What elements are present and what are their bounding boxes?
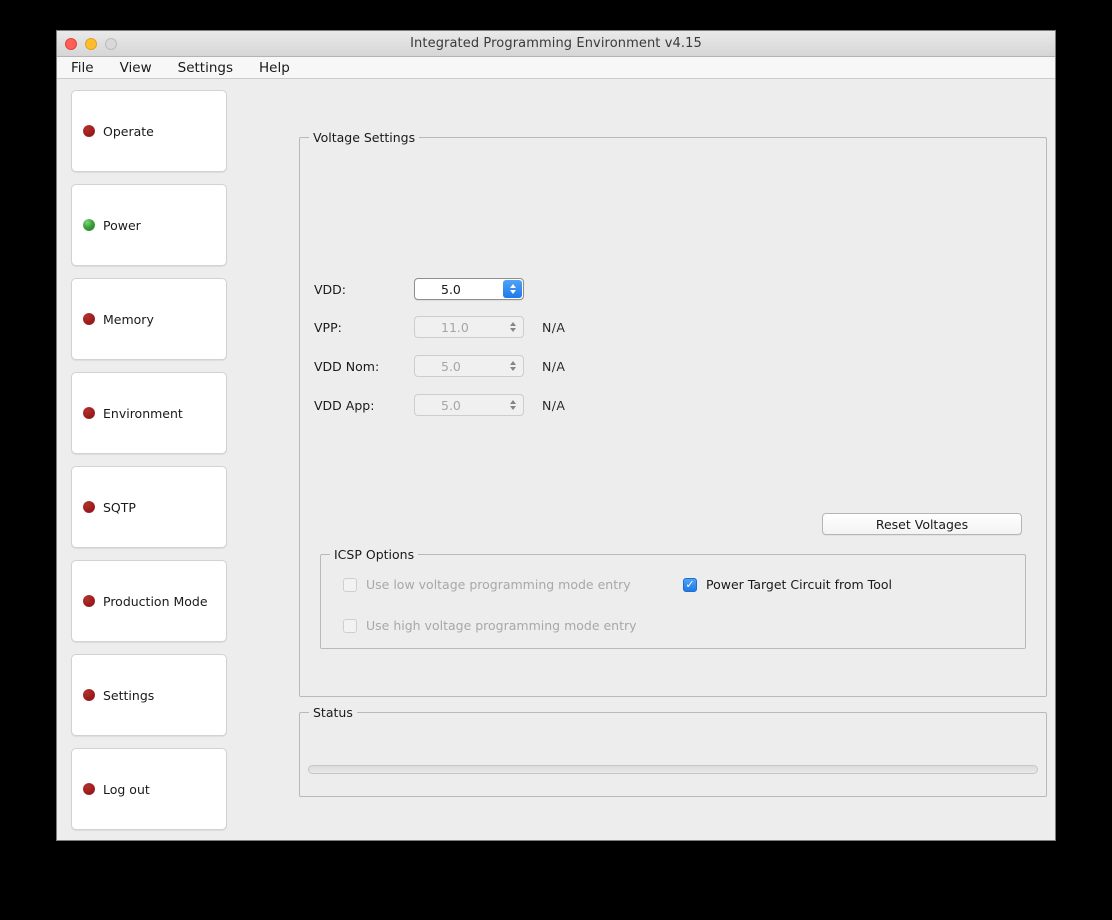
vdd-stepper-buttons[interactable] bbox=[503, 280, 522, 298]
status-dot-icon bbox=[83, 219, 95, 231]
icsp-options-panel: ICSP Options Use low voltage programming… bbox=[320, 547, 1026, 649]
vpp-spinner: 11.0 bbox=[414, 316, 524, 338]
checkbox-low-voltage-mode bbox=[343, 577, 357, 592]
title-bar: Integrated Programming Environment v4.15 bbox=[57, 31, 1055, 57]
window-title: Integrated Programming Environment v4.15 bbox=[410, 36, 702, 51]
vdd-label: VDD: bbox=[314, 281, 347, 297]
vdd-nom-stepper-buttons bbox=[503, 357, 522, 375]
vdd-nom-value: 5.0 bbox=[441, 358, 461, 374]
chevron-down-icon bbox=[509, 367, 516, 371]
vdd-nom-label: VDD Nom: bbox=[314, 358, 380, 374]
checkbox-row-power-target[interactable]: ✓ Power Target Circuit from Tool bbox=[683, 577, 892, 592]
checkbox-power-target-circuit[interactable]: ✓ bbox=[683, 577, 697, 592]
status-dot-icon bbox=[83, 501, 95, 513]
status-title: Status bbox=[309, 705, 357, 720]
status-panel: Status bbox=[299, 705, 1047, 797]
status-dot-icon bbox=[83, 407, 95, 419]
sidebar-item-memory[interactable]: Memory bbox=[71, 278, 227, 360]
voltage-row-vdd-app: VDD App: 5.0 N/A bbox=[314, 394, 565, 416]
chevron-up-icon[interactable] bbox=[509, 284, 516, 288]
sidebar-item-label: Operate bbox=[103, 123, 154, 139]
sidebar-item-settings[interactable]: Settings bbox=[71, 654, 227, 736]
menu-file[interactable]: File bbox=[69, 59, 96, 77]
vpp-value: 11.0 bbox=[441, 319, 469, 335]
voltage-row-vdd-nom: VDD Nom: 5.0 N/A bbox=[314, 355, 565, 377]
sidebar-item-power[interactable]: Power bbox=[71, 184, 227, 266]
window-content: Operate Power Memory Environment SQTP Pr… bbox=[57, 79, 1055, 840]
sidebar-item-label: Environment bbox=[103, 405, 183, 421]
window-controls bbox=[65, 37, 117, 50]
chevron-up-icon bbox=[509, 400, 516, 404]
vdd-app-value: 5.0 bbox=[441, 397, 461, 413]
sidebar-item-label: Production Mode bbox=[103, 593, 208, 609]
status-dot-icon bbox=[83, 595, 95, 607]
menu-view[interactable]: View bbox=[118, 59, 154, 77]
sidebar-item-label: Power bbox=[103, 217, 141, 233]
voltage-row-vpp: VPP: 11.0 N/A bbox=[314, 316, 565, 338]
voltage-settings-title: Voltage Settings bbox=[309, 130, 420, 145]
checkbox-power-target-label: Power Target Circuit from Tool bbox=[706, 577, 892, 592]
chevron-down-icon bbox=[509, 328, 516, 332]
sidebar-item-label: Log out bbox=[103, 781, 150, 797]
zoom-window-button bbox=[105, 37, 117, 50]
sidebar-item-log-out[interactable]: Log out bbox=[71, 748, 227, 830]
vdd-spinner[interactable]: 5.0 bbox=[414, 278, 524, 300]
sidebar-item-label: SQTP bbox=[103, 499, 136, 515]
vdd-app-label: VDD App: bbox=[314, 397, 375, 413]
sidebar-navigation: Operate Power Memory Environment SQTP Pr… bbox=[71, 90, 227, 840]
status-dot-icon bbox=[83, 313, 95, 325]
menu-settings[interactable]: Settings bbox=[176, 59, 235, 77]
vpp-na-label: N/A bbox=[542, 319, 566, 335]
checkbox-row-high-voltage[interactable]: Use high voltage programming mode entry bbox=[343, 618, 637, 633]
vdd-value: 5.0 bbox=[441, 281, 461, 297]
vdd-nom-spinner: 5.0 bbox=[414, 355, 524, 377]
vpp-stepper-buttons bbox=[503, 318, 522, 336]
vdd-nom-na-label: N/A bbox=[542, 358, 566, 374]
status-progress-bar bbox=[308, 765, 1038, 774]
vpp-label: VPP: bbox=[314, 319, 342, 335]
minimize-window-button[interactable] bbox=[85, 37, 97, 50]
icsp-options-title: ICSP Options bbox=[330, 547, 419, 562]
status-dot-icon bbox=[83, 689, 95, 701]
sidebar-item-label: Settings bbox=[103, 687, 155, 703]
sidebar-item-operate[interactable]: Operate bbox=[71, 90, 227, 172]
vdd-app-na-label: N/A bbox=[542, 397, 566, 413]
checkbox-row-low-voltage[interactable]: Use low voltage programming mode entry bbox=[343, 577, 631, 592]
check-icon: ✓ bbox=[685, 578, 695, 591]
sidebar-item-label: Memory bbox=[103, 311, 154, 327]
application-window: Integrated Programming Environment v4.15… bbox=[56, 30, 1056, 841]
sidebar-item-sqtp[interactable]: SQTP bbox=[71, 466, 227, 548]
checkbox-high-voltage-label: Use high voltage programming mode entry bbox=[366, 618, 637, 633]
chevron-down-icon bbox=[509, 406, 516, 410]
chevron-down-icon[interactable] bbox=[509, 290, 516, 294]
voltage-settings-panel: Voltage Settings VDD: 5.0 VPP: 11.0 N/A … bbox=[299, 130, 1047, 697]
chevron-up-icon bbox=[509, 322, 516, 326]
checkbox-low-voltage-label: Use low voltage programming mode entry bbox=[366, 577, 631, 592]
voltage-row-vdd: VDD: 5.0 bbox=[314, 278, 524, 300]
status-dot-icon bbox=[83, 125, 95, 137]
menu-help[interactable]: Help bbox=[257, 59, 292, 77]
reset-voltages-button[interactable]: Reset Voltages bbox=[822, 513, 1022, 535]
sidebar-item-environment[interactable]: Environment bbox=[71, 372, 227, 454]
status-dot-icon bbox=[83, 783, 95, 795]
vdd-app-stepper-buttons bbox=[503, 396, 522, 414]
vdd-app-spinner: 5.0 bbox=[414, 394, 524, 416]
menu-bar: File View Settings Help bbox=[57, 57, 1055, 79]
checkbox-high-voltage-mode bbox=[343, 618, 357, 633]
chevron-up-icon bbox=[509, 361, 516, 365]
close-window-button[interactable] bbox=[65, 37, 77, 50]
sidebar-item-production-mode[interactable]: Production Mode bbox=[71, 560, 227, 642]
